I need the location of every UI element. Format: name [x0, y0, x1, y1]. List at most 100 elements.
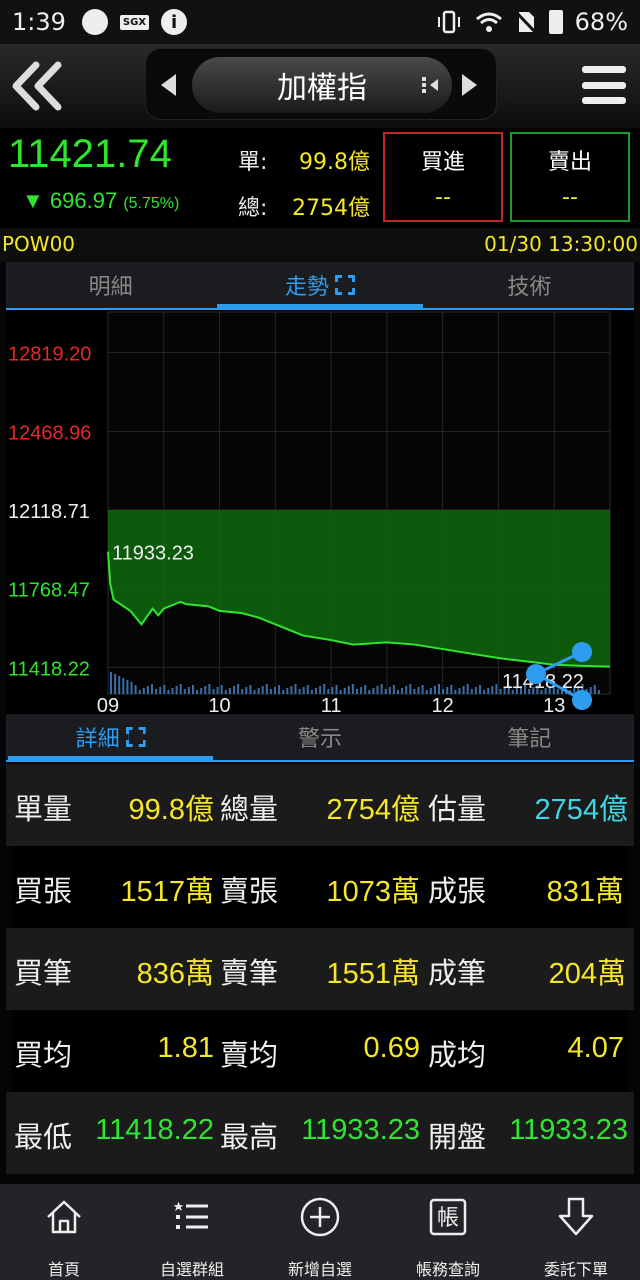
- volume-bar: [200, 688, 203, 694]
- prev-symbol-button[interactable]: [148, 49, 188, 121]
- status-bar: 1:39 SGX i 68%: [0, 0, 640, 44]
- nav-home[interactable]: 首頁: [0, 1184, 128, 1280]
- volume-bar: [417, 687, 420, 694]
- nav-add-watchlist[interactable]: 新增自選: [256, 1184, 384, 1280]
- home-icon: [47, 1200, 81, 1234]
- menu-button[interactable]: [582, 62, 626, 108]
- volume-bar: [425, 690, 428, 694]
- volume-bar: [110, 672, 112, 694]
- volume-bar: [253, 690, 256, 694]
- stat-label: 總量: [220, 792, 279, 826]
- volume-bar: [298, 689, 301, 694]
- stat-label: 成筆: [428, 956, 487, 990]
- account-icon: 帳: [429, 1198, 467, 1236]
- tab-label: 走勢: [284, 275, 329, 300]
- drag-handle-icon[interactable]: [420, 75, 440, 95]
- sell-button[interactable]: 賣出 --: [510, 132, 630, 222]
- list-icon: [173, 1201, 208, 1229]
- volume-bar: [360, 687, 363, 694]
- nav-account-query[interactable]: 帳 帳務查詢: [384, 1184, 512, 1280]
- symbol-title[interactable]: 加權指: [192, 57, 452, 113]
- stat-value: 2754億: [326, 794, 420, 826]
- expand-icon: [335, 275, 355, 295]
- stat-value: 0.69: [363, 1032, 420, 1064]
- volume-bar: [470, 689, 473, 694]
- menu-line: [582, 97, 626, 104]
- stat-value: 4.07: [567, 1032, 624, 1064]
- stat-label: 最高: [220, 1120, 279, 1154]
- volume-bar: [589, 687, 592, 694]
- volume-bar: [282, 690, 285, 694]
- nav-place-order[interactable]: 委託下單: [512, 1184, 640, 1280]
- volume-bar: [433, 686, 436, 694]
- stats-row: 最低 11418.22 最高 11933.23 開盤 11933.23: [6, 1092, 634, 1174]
- single-volume-value: 99.8億: [299, 150, 370, 175]
- stats-grid: 單量 99.8億 總量 2754億 估量 2754億 買張 1517萬 賣張 1…: [6, 764, 634, 1176]
- stat-label: 買張: [14, 874, 73, 908]
- buy-button[interactable]: 買進 --: [383, 132, 503, 222]
- chart-handle: [572, 642, 592, 662]
- nav-watchlist-groups[interactable]: 自選群組: [128, 1184, 256, 1280]
- wifi-icon: [475, 12, 502, 32]
- volume-bar: [310, 690, 313, 694]
- volume-bar: [179, 684, 182, 694]
- volume-bar: [450, 685, 453, 694]
- volume-bar: [372, 688, 375, 694]
- buy-value: --: [435, 184, 451, 210]
- nav-label: 自選群組: [159, 1260, 224, 1279]
- tab-technical[interactable]: 技術: [425, 262, 634, 308]
- tab-detail-info[interactable]: 詳細: [6, 714, 215, 760]
- volume-bar: [159, 687, 162, 694]
- messenger-icon: [81, 9, 108, 35]
- volume-bar: [118, 676, 121, 694]
- volume-bar: [216, 687, 219, 694]
- volume-bar: [405, 686, 408, 694]
- volume-bar: [237, 684, 240, 694]
- tab-notes[interactable]: 筆記: [425, 714, 634, 760]
- volume-bar: [302, 687, 305, 694]
- volume-bar: [392, 685, 395, 694]
- tab-alerts[interactable]: 警示: [215, 714, 424, 760]
- volume-bar: [466, 684, 469, 694]
- vibrate-icon: [437, 10, 460, 34]
- volume-bar: [491, 686, 494, 694]
- volume-bar: [384, 689, 387, 694]
- volume-bar: [339, 690, 342, 694]
- chart-handle: [572, 690, 592, 710]
- volume-bar: [421, 685, 424, 694]
- sell-value: --: [562, 184, 578, 210]
- back-button[interactable]: [8, 58, 66, 114]
- stat-value: 2754億: [534, 794, 628, 826]
- stat-label: 賣均: [220, 1038, 279, 1072]
- next-symbol-button[interactable]: [450, 49, 490, 121]
- tab-label: 警示: [297, 727, 342, 752]
- detail-tabs: 詳細 警示 筆記: [6, 714, 634, 760]
- status-time: 1:39: [12, 8, 66, 36]
- volume-bar: [397, 690, 399, 694]
- stat-value: 1073萬: [326, 876, 420, 908]
- stat-label: 成均: [428, 1038, 487, 1072]
- trend-chart[interactable]: 12819.20 12468.96 12118.71 11768.47 11418.22…: [6, 310, 634, 714]
- y-tick-label: 12468.96: [8, 422, 91, 444]
- volume-bar: [245, 687, 248, 694]
- volume-bar: [224, 690, 227, 694]
- volume-bar: [130, 682, 133, 694]
- volume-bar: [495, 684, 498, 694]
- volume-bar: [167, 690, 170, 694]
- volume-bar: [409, 684, 412, 694]
- volume-bar: [138, 690, 141, 694]
- volume-bar: [462, 686, 465, 694]
- stat-value: 831萬: [546, 876, 624, 908]
- stat-label: 賣筆: [220, 956, 279, 990]
- symbol-switcher: 加權指: [145, 48, 497, 120]
- volume-bar: [126, 680, 129, 694]
- tab-trend[interactable]: 走勢: [215, 262, 424, 308]
- tab-details[interactable]: 明細: [6, 262, 215, 308]
- bottom-nav: 首頁 自選群組 新增自選 帳 帳務查詢 委託下單: [0, 1184, 640, 1280]
- volume-bar: [183, 689, 186, 694]
- high-annotation: 11933.23: [112, 543, 194, 565]
- stat-label: 開盤: [428, 1120, 487, 1154]
- stats-row: 買筆 836萬 賣筆 1551萬 成筆 204萬: [6, 928, 634, 1010]
- volume-bar: [269, 689, 272, 694]
- volume-bar: [323, 684, 326, 694]
